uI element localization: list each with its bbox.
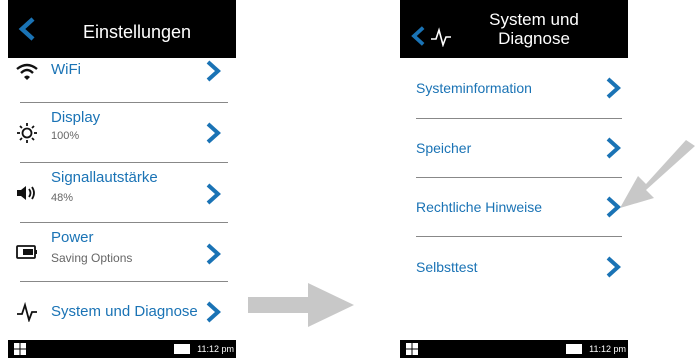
clock: 11:12 pm (589, 344, 626, 354)
chevron-right-icon (606, 256, 621, 278)
chevron-right-icon (206, 60, 221, 82)
speaker-icon (17, 186, 35, 200)
system-item-label: Selbsttest (416, 259, 478, 275)
settings-item-display[interactable]: Display 100% (8, 103, 236, 160)
system-item-label: Rechtliche Hinweise (416, 199, 543, 215)
page-title-line1: System und (489, 10, 579, 29)
brightness-icon (17, 123, 37, 143)
chevron-right-icon (206, 122, 221, 144)
settings-screen: Einstellungen WiFi Display 100% Signalla… (8, 0, 236, 358)
settings-item-power[interactable]: Power Saving Options (8, 223, 236, 280)
battery-icon (16, 245, 37, 259)
back-icon[interactable] (16, 17, 40, 41)
settings-item-value: 100% (51, 130, 80, 142)
settings-item-value: Saving Options (51, 251, 133, 265)
pulse-icon (17, 302, 37, 322)
page-title-line2: Diagnose (498, 29, 570, 48)
header: System und Diagnose (400, 0, 628, 58)
transition-arrow (248, 283, 354, 327)
status-bar: 11:12 pm (400, 340, 628, 358)
system-item-selbsttest[interactable]: Selbsttest (400, 237, 628, 295)
back-icon[interactable] (409, 26, 429, 46)
windows-logo-icon[interactable] (14, 343, 26, 355)
windows-logo-icon[interactable] (406, 343, 418, 355)
settings-item-label: System und Diagnose (51, 303, 198, 320)
system-item-label: Speicher (416, 140, 472, 156)
wifi-icon (16, 63, 38, 80)
settings-item-wifi[interactable]: WiFi (8, 58, 236, 102)
system-diagnose-screen: System und Diagnose Systeminformation Sp… (400, 0, 628, 358)
chevron-right-icon (206, 243, 221, 265)
chevron-right-icon (606, 77, 621, 99)
settings-item-label: Display (51, 109, 101, 126)
page-title: Einstellungen (82, 22, 192, 42)
clock: 11:12 pm (197, 344, 234, 354)
settings-item-label: WiFi (51, 61, 81, 78)
chevron-right-icon (206, 183, 221, 205)
system-item-label: Systeminformation (416, 80, 532, 96)
settings-item-value: 48% (51, 192, 74, 204)
settings-item-label: Signallautstärke (51, 169, 158, 186)
status-bar: 11:12 pm (8, 340, 236, 358)
pointer-arrow (620, 140, 695, 208)
system-item-speicher[interactable]: Speicher (400, 119, 628, 177)
chevron-right-icon (206, 301, 221, 323)
page-title: System und Diagnose (448, 10, 620, 48)
settings-item-system[interactable]: System und Diagnose (8, 282, 236, 340)
settings-item-label: Power (51, 229, 94, 246)
system-item-systeminformation[interactable]: Systeminformation (400, 58, 628, 118)
header: Einstellungen (8, 0, 236, 58)
network-icon (174, 344, 190, 354)
settings-item-volume[interactable]: Signallautstärke 48% (8, 163, 236, 221)
system-item-rechtliche-hinweise[interactable]: Rechtliche Hinweise (400, 178, 628, 236)
network-icon (566, 344, 582, 354)
